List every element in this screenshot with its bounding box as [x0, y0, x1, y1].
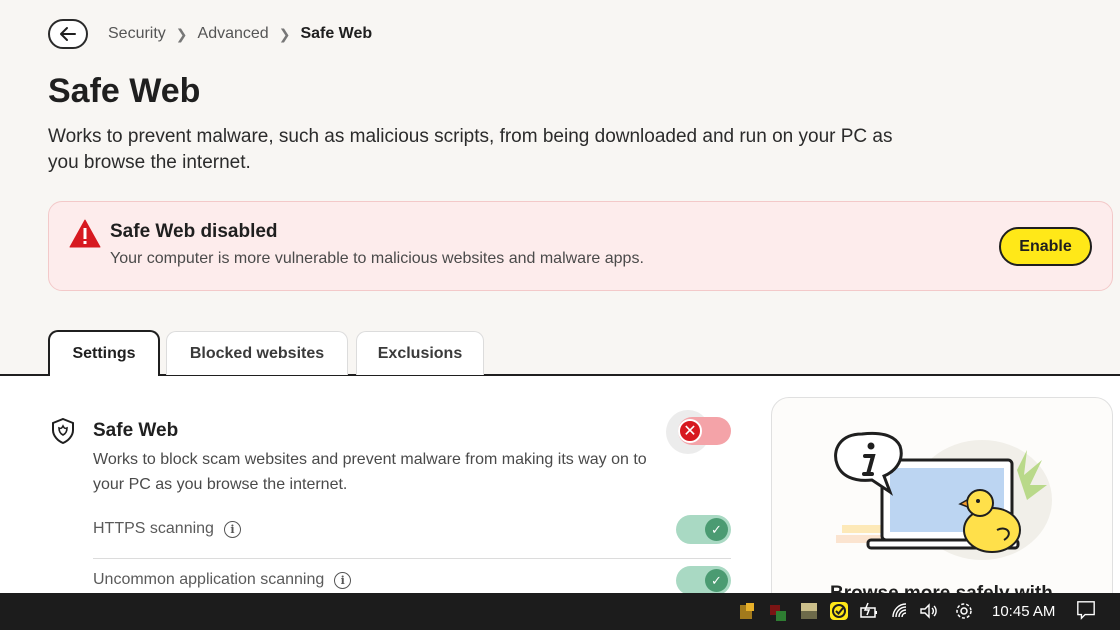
enable-button[interactable]: Enable: [999, 227, 1092, 266]
battery-icon[interactable]: [859, 601, 879, 621]
tab-blocked-websites[interactable]: Blocked websites: [166, 331, 348, 375]
arrow-left-icon: [60, 27, 76, 41]
notification-icon[interactable]: [1076, 600, 1096, 620]
norton-tray-icon[interactable]: [829, 601, 849, 621]
shield-icon: [52, 418, 74, 444]
option-https-scanning: HTTPS scanning i ✓: [93, 512, 731, 562]
tab-exclusions[interactable]: Exclusions: [356, 331, 484, 375]
breadcrumb-security[interactable]: Security: [108, 25, 166, 43]
promo-card: Browse more safely with: [771, 397, 1113, 593]
warning-icon: [69, 219, 101, 248]
tray-app-icon[interactable]: [799, 601, 819, 621]
info-icon[interactable]: i: [334, 571, 352, 589]
uncommon-app-scanning-toggle[interactable]: ✓: [676, 566, 731, 593]
breadcrumb-advanced[interactable]: Advanced: [198, 25, 269, 43]
chevron-right-icon: ❯: [278, 25, 291, 42]
divider: [93, 558, 731, 559]
chevron-right-icon: ❯: [175, 25, 188, 42]
tray-app-icon[interactable]: [768, 601, 788, 621]
https-scanning-toggle[interactable]: ✓: [676, 515, 731, 544]
laptop-info-illustration: [834, 431, 1052, 560]
promo-card-title: Browse more safely with: [830, 583, 1053, 593]
wifi-icon[interactable]: [890, 601, 910, 621]
back-button[interactable]: [48, 19, 88, 49]
close-icon: ✕: [678, 419, 702, 443]
option-label: Uncommon application scanning: [93, 571, 325, 588]
tray-app-icon[interactable]: [738, 601, 758, 621]
breadcrumb-current: Safe Web: [300, 25, 373, 42]
volume-icon[interactable]: [919, 601, 939, 621]
disabled-alert: Safe Web disabled Your computer is more …: [48, 201, 1113, 291]
safe-web-toggle[interactable]: ✕: [666, 410, 734, 454]
alert-title: Safe Web disabled: [110, 221, 278, 242]
breadcrumb: Security ❯ Advanced ❯ Safe Web: [108, 25, 372, 43]
header-area: Security ❯ Advanced ❯ Safe Web Safe Web …: [0, 0, 1120, 378]
option-uncommon-app-scanning: Uncommon application scanning i ✓: [93, 563, 731, 593]
option-label: HTTPS scanning: [93, 520, 214, 537]
safe-web-description: Works to block scam websites and prevent…: [93, 451, 647, 493]
safe-web-title: Safe Web: [93, 420, 179, 441]
tab-settings[interactable]: Settings: [48, 330, 160, 378]
taskbar: 10:45 AM: [0, 593, 1120, 630]
page-title: Safe Web: [48, 72, 201, 110]
alert-text: Your computer is more vulnerable to mali…: [110, 250, 644, 267]
info-icon[interactable]: i: [223, 520, 241, 538]
page-description: Works to prevent malware, such as malici…: [48, 126, 893, 173]
tab-bar: Settings Blocked websites Exclusions: [0, 330, 1120, 378]
clock[interactable]: 10:45 AM: [992, 603, 1055, 620]
gear-icon[interactable]: [954, 601, 974, 621]
check-icon: ✓: [705, 569, 728, 592]
settings-panel: Safe Web Works to block scam websites an…: [0, 376, 1120, 593]
check-icon: ✓: [705, 518, 728, 541]
